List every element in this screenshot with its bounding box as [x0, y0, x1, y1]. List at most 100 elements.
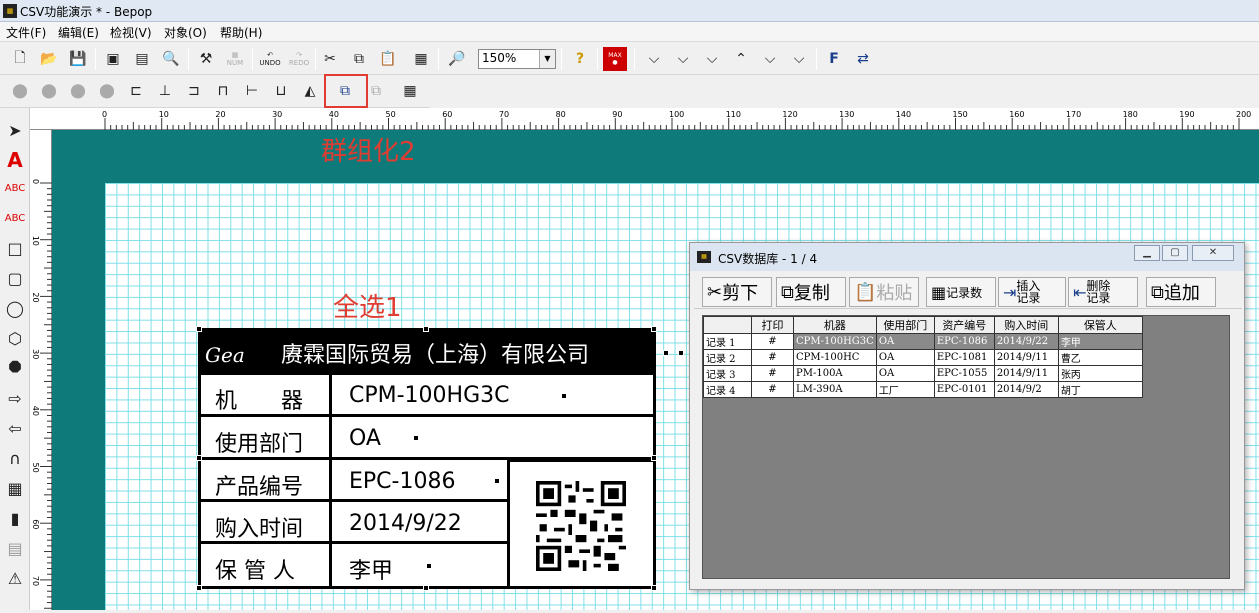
- table-row[interactable]: 记录 4 # LM-390A 工厂 EPC-0101 2014/9/2 胡丁: [703, 381, 1143, 398]
- table-cell[interactable]: EPC-1055: [933, 365, 995, 382]
- grid-select-icon[interactable]: ▦: [409, 47, 433, 71]
- bring-front-icon[interactable]: ⬤: [8, 79, 32, 103]
- table-row[interactable]: 记录 1 # CPM-100HG3C OA EPC-1086 2014/9/22…: [703, 333, 1143, 350]
- box-text-icon[interactable]: ABC: [3, 206, 27, 230]
- table-grid-icon[interactable]: ▦: [398, 79, 422, 103]
- table-cell[interactable]: #: [751, 349, 794, 366]
- menu-file[interactable]: 文件(F): [6, 24, 46, 41]
- octagon-icon[interactable]: ⯃: [3, 356, 27, 380]
- table-cell[interactable]: EPC-0101: [933, 381, 995, 398]
- selection-handle[interactable]: [651, 585, 657, 591]
- table-cell[interactable]: OA: [875, 333, 935, 350]
- row-label-purchase-date[interactable]: 购入时间: [215, 511, 303, 543]
- picture-icon[interactable]: ▤: [3, 536, 27, 560]
- menu-edit[interactable]: 编辑(E): [58, 24, 99, 41]
- table-cell[interactable]: OA: [875, 365, 935, 382]
- minimize-button[interactable]: ▁: [1134, 245, 1160, 261]
- row-label-machine[interactable]: 机 器: [215, 383, 303, 415]
- new-file-icon[interactable]: 🗋: [8, 47, 32, 71]
- column-header[interactable]: 购入时间: [993, 316, 1059, 334]
- selection-handle[interactable]: [423, 585, 429, 591]
- table-cell[interactable]: 记录 4: [703, 381, 752, 398]
- align-left-icon[interactable]: ⊏: [124, 79, 148, 103]
- barcode-icon[interactable]: ▮: [3, 506, 27, 530]
- selection-handle[interactable]: [196, 585, 202, 591]
- row-value-machine[interactable]: CPM-100HG3C: [349, 383, 510, 408]
- row-value-product-no[interactable]: EPC-1086: [349, 469, 455, 494]
- table-cell[interactable]: EPC-1086: [933, 333, 995, 350]
- align-center-icon[interactable]: ⊥: [153, 79, 177, 103]
- label-header[interactable]: Gea 赓霖国际贸易（上海）有限公司: [201, 331, 653, 375]
- table-cell[interactable]: 工厂: [875, 381, 935, 398]
- qr-code[interactable]: [536, 481, 626, 571]
- paste-record-button[interactable]: 📋 粘贴: [849, 277, 919, 307]
- transfer-icon[interactable]: ⇄: [851, 47, 875, 71]
- selection-handle[interactable]: [423, 326, 429, 332]
- align-bottom-icon[interactable]: ⊔: [269, 79, 293, 103]
- bezier-down-icon[interactable]: ⌵: [642, 47, 666, 71]
- table-cell[interactable]: 2014/9/11: [993, 365, 1059, 382]
- table-cell[interactable]: 2014/9/22: [993, 333, 1059, 350]
- selection-handle[interactable]: [196, 326, 202, 332]
- append-record-button[interactable]: ⧉ 追加: [1146, 277, 1216, 307]
- align-top-icon[interactable]: ⊓: [211, 79, 235, 103]
- table-cell[interactable]: 2014/9/11: [993, 349, 1059, 366]
- bezier-curve-icon[interactable]: ⌵: [787, 47, 811, 71]
- save-icon[interactable]: 💾: [66, 47, 90, 71]
- backward-icon[interactable]: ⬤: [95, 79, 119, 103]
- table-cell[interactable]: #: [751, 365, 794, 382]
- forward-icon[interactable]: ⬤: [66, 79, 90, 103]
- cut-icon[interactable]: ✂: [318, 47, 342, 71]
- row-value-purchase-date[interactable]: 2014/9/22: [349, 511, 462, 536]
- send-back-icon[interactable]: ⬤: [37, 79, 61, 103]
- record-count-button[interactable]: ▦ 记录数: [926, 277, 996, 307]
- undo-button[interactable]: ↶ UNDO: [258, 47, 282, 71]
- row-value-department[interactable]: OA: [349, 426, 381, 451]
- menu-help[interactable]: 帮助(H): [220, 24, 262, 41]
- max-icon[interactable]: MAX ●: [603, 47, 627, 71]
- close-button[interactable]: ✕: [1192, 245, 1234, 261]
- arc-text-icon[interactable]: ABC: [3, 176, 27, 200]
- align-middle-icon[interactable]: ⊢: [240, 79, 264, 103]
- selection-handle[interactable]: [494, 478, 500, 484]
- num-icon[interactable]: ▦ NUM: [223, 47, 247, 71]
- tools-icon[interactable]: ⚒: [194, 47, 218, 71]
- table-cell[interactable]: OA: [875, 349, 935, 366]
- image-icon[interactable]: ▣: [101, 47, 125, 71]
- flip-icon[interactable]: ◭: [298, 79, 322, 103]
- row-label-department[interactable]: 使用部门: [215, 426, 303, 458]
- selection-handle[interactable]: [561, 393, 567, 399]
- bezier-both-icon[interactable]: ⌵: [700, 47, 724, 71]
- paste-icon[interactable]: 📋: [376, 47, 400, 71]
- menu-view[interactable]: 检视(V): [110, 24, 152, 41]
- table-cell[interactable]: CPM-100HC: [793, 349, 877, 366]
- column-header[interactable]: 机器: [793, 316, 877, 334]
- selection-handle[interactable]: [426, 563, 432, 569]
- table-cell[interactable]: 张丙: [1057, 365, 1143, 382]
- maximize-button[interactable]: ▢: [1162, 245, 1188, 261]
- table-cell[interactable]: CPM-100HG3C: [793, 333, 877, 350]
- arch-icon[interactable]: ∩: [3, 446, 27, 470]
- table-cell[interactable]: EPC-1081: [933, 349, 995, 366]
- table-cell[interactable]: LM-390A: [793, 381, 877, 398]
- text-tool-icon[interactable]: A: [3, 148, 27, 172]
- selection-handle[interactable]: [663, 350, 669, 356]
- open-folder-icon[interactable]: 📂: [37, 47, 61, 71]
- selection-handle[interactable]: [413, 435, 419, 441]
- table-row[interactable]: 记录 2 # CPM-100HC OA EPC-1081 2014/9/11 曹…: [703, 349, 1143, 366]
- table-cell[interactable]: PM-100A: [793, 365, 877, 382]
- zoom-select[interactable]: 150% ▼: [478, 49, 556, 69]
- table-cell[interactable]: #: [751, 333, 794, 350]
- table-cell[interactable]: #: [751, 381, 794, 398]
- table-cell[interactable]: 记录 1: [703, 333, 752, 350]
- zoom-icon[interactable]: 🔎: [445, 47, 469, 71]
- bezier-up-icon[interactable]: ⌃: [729, 47, 753, 71]
- column-header[interactable]: [703, 316, 752, 334]
- column-header[interactable]: 使用部门: [875, 316, 935, 334]
- row-label-product-no[interactable]: 产品编号: [215, 469, 303, 501]
- table-row[interactable]: 记录 3 # PM-100A OA EPC-1055 2014/9/11 张丙: [703, 365, 1143, 382]
- column-header[interactable]: 保管人: [1057, 316, 1143, 334]
- bezier-left-icon[interactable]: ⌵: [671, 47, 695, 71]
- table-cell[interactable]: 胡丁: [1057, 381, 1143, 398]
- rounded-rect-icon[interactable]: ▢: [3, 266, 27, 290]
